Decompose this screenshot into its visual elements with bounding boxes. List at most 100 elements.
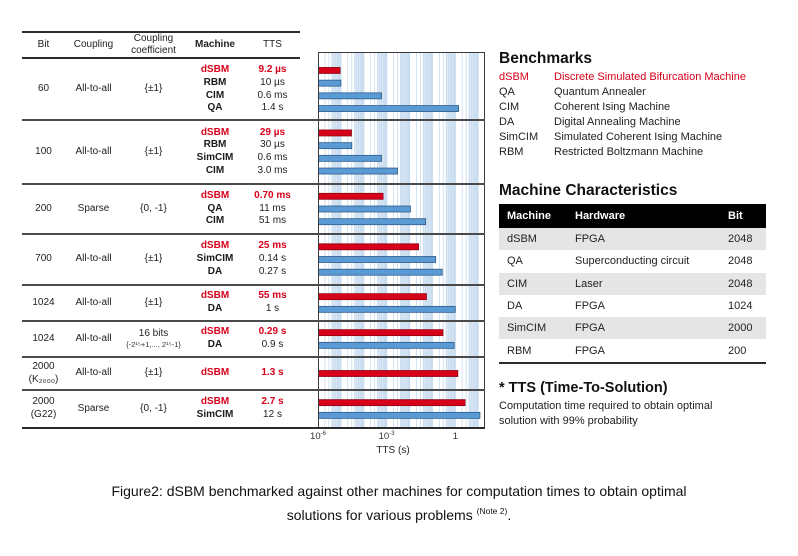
tts-value: 0.14 s [258, 253, 287, 265]
mc-bit: 2048 [728, 233, 753, 246]
bar-da [318, 268, 443, 276]
bit-cell: 700 [22, 234, 65, 285]
mc-table-row: QA Superconducting circuit 2048 [499, 250, 766, 272]
x-tick-base: 1 [452, 431, 458, 442]
machine-name: dSBM [200, 396, 230, 408]
coefficient-value: {±1} [144, 145, 163, 157]
machine-cell: dSBM DA [185, 285, 245, 321]
table-row: 700 All-to-all {±1} dSBM SimCIM DA 25 ms 0.14 s… [22, 234, 300, 285]
bar-simcim [318, 411, 481, 419]
tts-value: 25 ms [258, 240, 287, 252]
coupling-cell: All-to-all [65, 285, 122, 321]
coupling-value: All-to-all [75, 332, 112, 344]
benchmark-abbr: QA [499, 86, 515, 98]
bit-value: 1024 [32, 296, 55, 308]
tts-cell: 0.70 ms 11 ms 51 ms [245, 184, 300, 234]
row-divider [22, 389, 485, 391]
tts-value: 0.9 s [261, 339, 284, 350]
benchmark-name: Digital Annealing Machine [554, 116, 681, 128]
row-divider [22, 284, 485, 286]
tts-value: 11 ms [259, 202, 286, 214]
coupling-cell: Sparse [65, 184, 122, 234]
machine-cell: dSBM RBM CIM QA [185, 59, 245, 120]
machine-name: SimCIM [196, 253, 234, 265]
tts-cell: 29 µs 30 µs 0.6 ms 3.0 ms [245, 120, 300, 184]
mc-bit: 2048 [728, 255, 753, 268]
coefficient-cell: 16 bits {-2¹⁵+1,..., 2¹⁵-1} [122, 321, 185, 357]
benchmark-legend-item: CIM Coherent Ising Machine [499, 100, 779, 115]
mc-machine: dSBM [507, 233, 537, 246]
x-tick-label: 10-3 [379, 431, 395, 442]
table-row: 1024 All-to-all 16 bits {-2¹⁵+1,..., 2¹⁵-1}… [22, 321, 300, 357]
bit-cell: 100 [22, 120, 65, 184]
bar-simcim [318, 154, 382, 162]
tts-value: 0.6 ms [257, 152, 288, 163]
mc-bit: 2000 [728, 322, 753, 335]
coefficient-cell: {0, -1} [122, 390, 185, 428]
bar-dsbm [318, 293, 427, 301]
x-tick-exponent: -3 [389, 431, 395, 437]
coupling-value: All-to-all [75, 253, 112, 265]
bit-value: 1024 [32, 332, 55, 344]
table-row: 2000 (K₂₀₀₀) All-to-all {±1} dSBM 1.3 s [22, 357, 300, 390]
machine-name: RBM [203, 139, 227, 151]
tts-value: 3.0 ms [257, 164, 288, 176]
mc-table-header: Machine Hardware Bit [499, 204, 766, 228]
machine-characteristics-title: Machine Characteristics [499, 182, 678, 199]
tts-cell: 9.2 µs 10 µs 0.6 ms 1.4 s [245, 59, 300, 120]
tts-value: 0.6 ms [257, 89, 288, 101]
tts-value: 30 µs [260, 139, 285, 151]
machine-name: dSBM [200, 290, 230, 302]
tts-definition-text: Computation time required to obtain opti… [499, 399, 759, 429]
bit-value: 200 [35, 202, 52, 214]
tts-definition-line: Computation time required to obtain opti… [499, 400, 713, 412]
header-coefficient-line2: coefficient [131, 45, 176, 56]
bar-simcim [318, 256, 437, 263]
mc-header-bit: Bit [728, 210, 743, 222]
mc-header-machine: Machine [507, 210, 552, 222]
coefficient-value: {±1} [144, 253, 163, 265]
mc-table-row: CIM Laser 2048 [499, 272, 766, 295]
caption-line-1: Figure2: dSBM benchmarked against other … [111, 483, 687, 499]
benchmark-table-header: Bit Coupling Coupling coefficient Machin… [22, 31, 300, 59]
bar-rbm [318, 142, 353, 150]
tts-value: 29 µs [259, 126, 286, 138]
machine-cell: dSBM [185, 357, 245, 390]
tts-value: 2.7 s [261, 396, 284, 408]
coefficient-cell: {±1} [122, 285, 185, 321]
mc-machine: SimCIM [507, 322, 547, 335]
bar-dsbm [318, 192, 384, 200]
coupling-cell: All-to-all [65, 234, 122, 285]
tts-cell: 25 ms 0.14 s 0.27 s [245, 234, 300, 285]
bar-dsbm [318, 329, 444, 337]
mc-table-row: SimCIM FPGA 2000 [499, 317, 766, 340]
coefficient-cell: {0, -1} [122, 184, 185, 234]
tts-value: 55 ms [258, 290, 287, 302]
mc-table-body: dSBM FPGA 2048 QA Superconducting circuit 204… [499, 228, 766, 362]
header-coupling-coefficient: Coupling coefficient [122, 33, 185, 57]
tts-bar-chart [318, 52, 485, 429]
mc-table-row: DA FPGA 1024 [499, 295, 766, 317]
x-tick-base: 10 [310, 431, 321, 442]
bit-value: 2000 [32, 396, 55, 408]
coefficient-cell: {±1} [122, 59, 185, 120]
caption-line-2: solutions for various problems (Note 2). [0, 502, 798, 526]
tts-value: 9.2 µs [258, 64, 287, 76]
benchmarks-title: Benchmarks [499, 50, 593, 67]
machine-cell: dSBM QA CIM [185, 184, 245, 234]
mc-bit: 1024 [728, 300, 753, 313]
x-tick-exponent: -6 [320, 431, 326, 437]
mc-bit: 2048 [728, 277, 753, 290]
coupling-value: All-to-all [75, 296, 112, 308]
machine-name: dSBM [200, 189, 230, 201]
mc-machine: QA [507, 255, 523, 268]
bit-cell: 60 [22, 59, 65, 120]
mc-machine: CIM [507, 277, 528, 290]
benchmark-abbr: SimCIM [499, 131, 539, 143]
row-divider [22, 356, 485, 358]
header-machine-label: Machine [194, 39, 235, 50]
coefficient-value: {±1} [144, 83, 163, 95]
x-axis-label: TTS (s) [376, 445, 410, 456]
figure-caption: Figure2: dSBM benchmarked against other … [0, 482, 798, 525]
mc-hardware: Laser [575, 277, 603, 290]
